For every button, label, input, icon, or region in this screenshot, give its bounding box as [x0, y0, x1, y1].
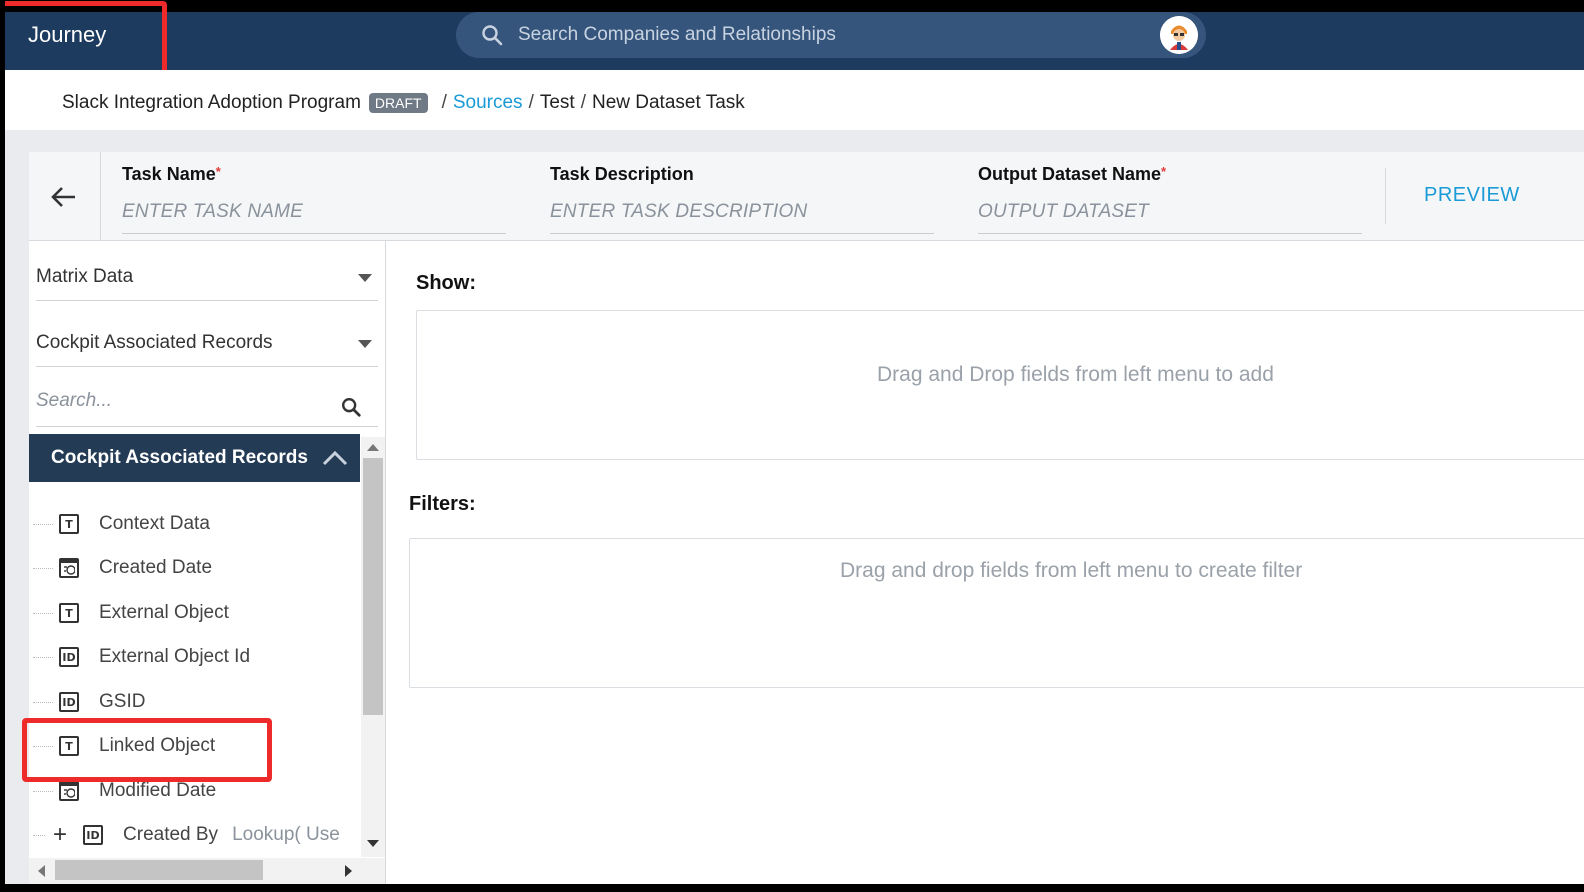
output-dataset-input[interactable]: OUTPUT DATASET [978, 201, 1362, 223]
field-label: External Object Id [99, 646, 251, 667]
global-search[interactable]: Search Companies and Relationships [456, 12, 1206, 58]
task-name-underline [122, 233, 506, 234]
status-badge: DRAFT [368, 93, 428, 113]
breadcrumb: Slack Integration Adoption Program DRAFT… [62, 92, 745, 114]
scroll-right-arrow-icon[interactable] [345, 865, 353, 877]
breadcrumb-source[interactable]: Test [540, 92, 575, 114]
show-section-title: Show: [416, 272, 476, 294]
id-type-icon: ID [59, 692, 79, 712]
task-description-field[interactable]: Task Description ENTER TASK DESCRIPTION [550, 164, 934, 234]
avatar-icon [1160, 16, 1198, 54]
search-icon [482, 25, 503, 46]
object-select[interactable]: Cockpit Associated Records [36, 332, 378, 367]
group-title: Cockpit Associated Records [51, 447, 308, 468]
required-marker: * [215, 164, 221, 179]
field-label: External Object [99, 602, 229, 623]
task-description-input[interactable]: ENTER TASK DESCRIPTION [550, 201, 934, 223]
text-type-icon: T [59, 603, 79, 623]
filters-section-title: Filters: [409, 493, 476, 515]
field-label: Created By [123, 824, 219, 845]
breadcrumb-separator: / [528, 92, 534, 113]
scroll-down-arrow-icon[interactable] [367, 840, 379, 848]
scroll-left-arrow-icon[interactable] [37, 865, 45, 877]
group-header[interactable]: Cockpit Associated Records [29, 434, 360, 482]
list-item[interactable]: T External Object [33, 599, 229, 627]
tree-connector [33, 612, 53, 614]
field-label: Modified Date [99, 780, 217, 801]
field-label: Created Date [99, 557, 213, 578]
horizontal-scroll-thumb[interactable] [55, 860, 263, 880]
list-item[interactable]: ID GSID [33, 688, 145, 716]
task-name-label: Task Name* [122, 164, 221, 184]
tree-connector [33, 701, 53, 703]
lookup-type: Lookup( Use [232, 824, 340, 845]
field-label: Context Data [99, 513, 210, 534]
field-label: GSID [99, 691, 146, 712]
app-title-highlight [0, 1, 167, 75]
user-avatar[interactable] [1160, 16, 1198, 54]
chevron-down-icon [358, 340, 372, 348]
object-select-value: Cockpit Associated Records [36, 332, 273, 353]
tree-connector [33, 523, 53, 525]
date-type-icon [59, 558, 79, 578]
tree-connector [33, 656, 53, 658]
window-bottom-edge [0, 884, 1584, 892]
tree-connector [33, 567, 53, 569]
task-description-underline [550, 233, 934, 234]
search-input[interactable]: Search Companies and Relationships [518, 24, 836, 46]
id-type-icon: ID [83, 825, 104, 845]
breadcrumb-separator: / [580, 92, 586, 113]
task-name-input[interactable]: ENTER TASK NAME [122, 201, 506, 223]
field-search[interactable]: Search... [36, 390, 378, 427]
breadcrumb-separator: / [441, 92, 447, 113]
chevron-down-icon [358, 274, 372, 282]
lookup-item[interactable]: + ID Created By Lookup( Use [33, 821, 359, 849]
header-divider [1385, 168, 1386, 224]
list-item[interactable]: Created Date [33, 554, 212, 582]
breadcrumb-sources-link[interactable]: Sources [453, 92, 523, 114]
search-icon[interactable] [340, 396, 362, 418]
list-item[interactable]: T Context Data [33, 510, 210, 538]
task-description-label: Task Description [550, 164, 694, 184]
id-type-icon: ID [59, 647, 79, 667]
filters-dropzone-hint: Drag and drop fields from left menu to c… [840, 559, 1303, 582]
vertical-scroll-thumb[interactable] [363, 458, 383, 715]
show-dropzone-hint: Drag and Drop fields from left menu to a… [877, 363, 1274, 386]
source-select-value: Matrix Data [36, 266, 134, 287]
output-dataset-underline [978, 233, 1362, 234]
window-top-edge [0, 0, 1584, 12]
required-marker: * [1161, 164, 1167, 179]
calendar-clock-icon [64, 564, 75, 575]
window-left-edge [0, 0, 5, 892]
back-button[interactable] [29, 152, 101, 240]
filters-dropzone[interactable]: Drag and drop fields from left menu to c… [409, 538, 1584, 688]
field-search-input[interactable]: Search... [36, 390, 112, 411]
tree-connector [33, 834, 45, 836]
text-type-icon: T [59, 514, 79, 534]
expand-icon[interactable]: + [53, 821, 67, 849]
calendar-clock-icon [64, 787, 75, 798]
linked-object-highlight [22, 718, 272, 782]
date-type-icon [59, 781, 79, 801]
breadcrumb-program[interactable]: Slack Integration Adoption Program [62, 92, 361, 114]
chevron-up-icon[interactable] [322, 450, 348, 466]
source-select[interactable]: Matrix Data [36, 266, 378, 301]
breadcrumb-current: New Dataset Task [591, 92, 745, 113]
task-name-field[interactable]: Task Name* ENTER TASK NAME [122, 164, 506, 234]
scroll-up-arrow-icon[interactable] [367, 443, 379, 451]
show-dropzone[interactable]: Drag and Drop fields from left menu to a… [416, 310, 1584, 460]
list-item[interactable]: ID External Object Id [33, 643, 250, 671]
output-dataset-field[interactable]: Output Dataset Name* OUTPUT DATASET [978, 164, 1362, 234]
tree-connector [33, 790, 53, 792]
arrow-left-icon [51, 187, 75, 207]
preview-button[interactable]: PREVIEW [1424, 184, 1520, 207]
output-dataset-label: Output Dataset Name* [978, 164, 1167, 184]
